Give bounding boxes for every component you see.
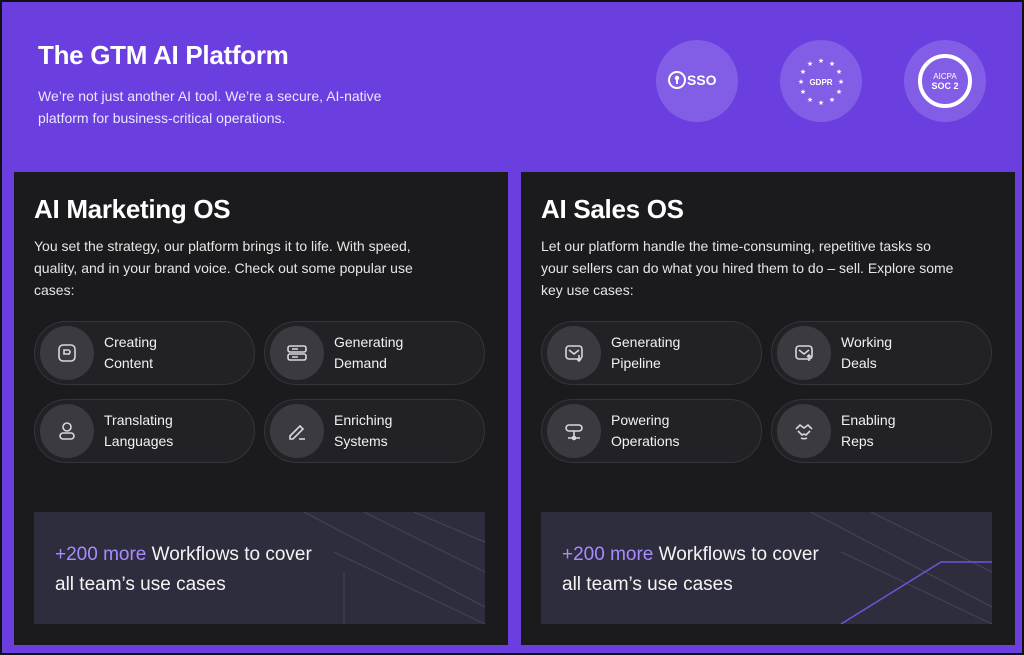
- marketing-description: You set the strategy, our platform bring…: [34, 238, 413, 298]
- svg-text:★: ★: [829, 60, 835, 68]
- compliance-badges: SSO ★ ★ ★ ★ ★ ★ ★ ★ ★ ★ ★ ★ GDPR AICPA SOC 2: [656, 40, 986, 122]
- svg-text:★: ★: [836, 68, 842, 76]
- soc2-badge-line2: SOC 2: [931, 81, 958, 91]
- hero-title: The GTM AI Platform: [38, 40, 289, 70]
- promo-rest: Workflows to cover: [146, 544, 312, 565]
- sales-panel: AI Sales OS Let our platform handle the …: [521, 172, 1015, 645]
- use-case-generating-demand[interactable]: Generating Demand: [264, 321, 485, 385]
- svg-text:★: ★: [800, 88, 806, 96]
- card-label-line2: Content: [104, 355, 154, 371]
- pencil-icon: [270, 404, 324, 458]
- promo-accent: +200 more: [55, 544, 147, 565]
- demand-icon: [270, 326, 324, 380]
- svg-text:★: ★: [798, 78, 804, 86]
- marketing-title: AI Marketing OS: [34, 194, 231, 224]
- sso-badge-icon: SSO: [668, 71, 717, 89]
- card-label-line2: Deals: [841, 355, 877, 371]
- marketing-panel: AI Marketing OS You set the strategy, ou…: [14, 172, 508, 645]
- svg-text:★: ★: [836, 88, 842, 96]
- gdpr-badge-icon: ★ ★★ ★★★ ★★★ ★★★ GDPR: [798, 57, 844, 107]
- card-label-line1: Enabling: [841, 412, 896, 428]
- card-label-line1: Generating: [611, 334, 681, 350]
- page-frame: The GTM AI Platform We’re not just anoth…: [0, 0, 1024, 655]
- sso-badge-label: SSO: [687, 72, 717, 88]
- card-label-line2: Reps: [841, 433, 874, 449]
- promo-text: +200 more Workflows to cover all team’s …: [55, 540, 312, 600]
- card-label-line2: Pipeline: [611, 355, 661, 371]
- mail-up-icon: [777, 326, 831, 380]
- promo-text: +200 more Workflows to cover all team’s …: [562, 540, 819, 600]
- card-label-line1: Translating: [104, 412, 173, 428]
- mail-down-icon: [547, 326, 601, 380]
- handshake-icon: [777, 404, 831, 458]
- network-icon: [547, 404, 601, 458]
- user-icon: [40, 404, 94, 458]
- card-label-line1: Enriching: [334, 412, 393, 428]
- svg-text:★: ★: [807, 60, 813, 68]
- promo-rest: Workflows to cover: [653, 544, 819, 565]
- svg-text:★: ★: [838, 78, 844, 86]
- use-case-creating-content[interactable]: Creating Content: [34, 321, 255, 385]
- svg-text:★: ★: [829, 96, 835, 104]
- svg-text:★: ★: [818, 57, 824, 65]
- soc2-badge: AICPA SOC 2: [904, 40, 986, 122]
- card-label-line2: Systems: [334, 433, 388, 449]
- card-label-line2: Demand: [334, 355, 387, 371]
- content-icon: [40, 326, 94, 380]
- promo-line2: all team’s use cases: [55, 574, 226, 595]
- hero-section: The GTM AI Platform We’re not just anoth…: [38, 40, 458, 129]
- use-case-enabling-reps[interactable]: Enabling Reps: [771, 399, 992, 463]
- gdpr-badge: ★ ★ ★ ★ ★ ★ ★ ★ ★ ★ ★ ★ GDPR: [780, 40, 862, 122]
- sales-use-cases: Generating Pipeline Working Deals Powering…: [541, 321, 995, 463]
- marketing-promo[interactable]: +200 more Workflows to cover all team’s …: [34, 512, 485, 624]
- sales-promo[interactable]: +200 more Workflows to cover all team’s …: [541, 512, 992, 624]
- use-case-powering-operations[interactable]: Powering Operations: [541, 399, 762, 463]
- use-case-translating-languages[interactable]: Translating Languages: [34, 399, 255, 463]
- promo-accent: +200 more: [562, 544, 654, 565]
- svg-text:★: ★: [800, 68, 806, 76]
- use-case-working-deals[interactable]: Working Deals: [771, 321, 992, 385]
- use-case-generating-pipeline[interactable]: Generating Pipeline: [541, 321, 762, 385]
- use-case-enriching-systems[interactable]: Enriching Systems: [264, 399, 485, 463]
- sso-badge: SSO: [656, 40, 738, 122]
- soc2-badge-line1: AICPA: [933, 72, 957, 81]
- card-label-line1: Working: [841, 334, 893, 350]
- card-label-line1: Powering: [611, 412, 670, 428]
- hero-subtitle: We’re not just another AI tool. We’re a …: [38, 88, 382, 126]
- sales-description: Let our platform handle the time-consumi…: [541, 238, 954, 298]
- promo-line2: all team’s use cases: [562, 574, 733, 595]
- card-label-line1: Creating: [104, 334, 157, 350]
- gdpr-badge-label: GDPR: [809, 78, 832, 87]
- sales-title: AI Sales OS: [541, 194, 684, 224]
- marketing-use-cases: Creating Content Generating Demand Transla…: [34, 321, 488, 463]
- svg-text:★: ★: [818, 99, 824, 107]
- card-label-line2: Languages: [104, 433, 174, 449]
- soc2-badge-icon: AICPA SOC 2: [918, 54, 972, 108]
- card-label-line2: Operations: [611, 433, 680, 449]
- card-label-line1: Generating: [334, 334, 404, 350]
- svg-text:★: ★: [807, 96, 813, 104]
